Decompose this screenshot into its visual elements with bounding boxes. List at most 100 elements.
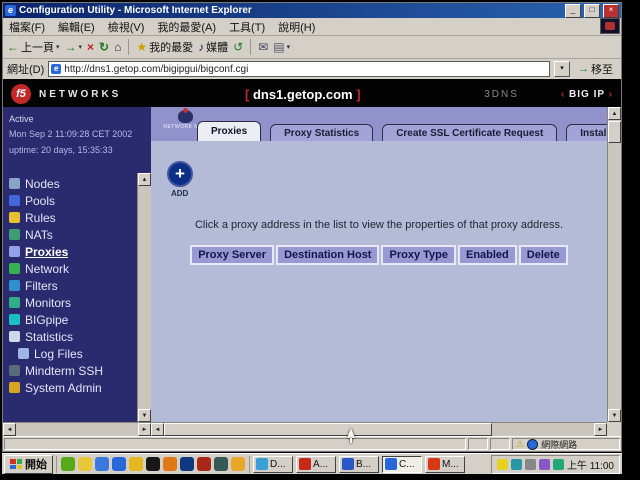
task-button-label: M...	[442, 459, 459, 470]
task-button-5[interactable]: M...	[425, 456, 465, 473]
status-segment	[468, 438, 488, 450]
scrollbar-thumb[interactable]	[164, 423, 492, 436]
mail-icon[interactable]	[129, 457, 143, 471]
sidebar-vertical-scrollbar[interactable]: ▲ ▼	[137, 173, 151, 422]
stop-button[interactable]: ×	[87, 41, 94, 53]
menu-favorites[interactable]: 我的最愛(A)	[157, 19, 216, 35]
task-button-3[interactable]: B...	[339, 456, 379, 473]
scroll-up-icon[interactable]: ▲	[608, 107, 621, 120]
display-icon[interactable]	[525, 459, 536, 470]
add-button[interactable]: +	[167, 161, 193, 187]
link-bigip[interactable]: ‹ BIG IP ›	[561, 89, 613, 100]
drive-icon[interactable]	[95, 457, 109, 471]
start-button[interactable]: 開始	[4, 455, 53, 474]
media-label: 媒體	[206, 39, 228, 55]
console-icon[interactable]	[146, 457, 160, 471]
scroll-down-icon[interactable]: ▼	[138, 409, 151, 422]
main-horizontal-scrollbar[interactable]: ◄ ►	[151, 422, 607, 436]
column-header-proxy-type[interactable]: Proxy Type	[381, 245, 456, 265]
go-button[interactable]: → 移至	[574, 61, 617, 77]
ie-icon[interactable]	[112, 457, 126, 471]
history-icon: ↺	[233, 41, 243, 53]
volume-icon[interactable]	[539, 459, 550, 470]
task-button-area: D... A... B... C... M...	[253, 456, 488, 473]
menu-tools[interactable]: 工具(T)	[229, 19, 265, 35]
forward-button[interactable]: → ▾	[65, 41, 83, 53]
tab-proxies[interactable]: Proxies	[197, 121, 261, 141]
network-map-icon	[178, 110, 193, 123]
antivirus-icon[interactable]	[553, 459, 564, 470]
sidebar-item-proxies[interactable]: Proxies	[9, 243, 135, 260]
favorites-button[interactable]: ★ 我的最愛	[136, 39, 193, 55]
address-input[interactable]: e http://dns1.getop.com/bigipgui/bigconf…	[48, 61, 550, 77]
scrollbar-track[interactable]	[492, 423, 594, 436]
scroll-down-icon[interactable]: ▼	[608, 409, 621, 422]
sidebar-item-network[interactable]: Network	[9, 260, 135, 277]
editor-icon[interactable]	[78, 457, 92, 471]
back-button[interactable]: ← 上一頁 ▾	[7, 39, 60, 55]
close-button[interactable]: ×	[603, 4, 619, 18]
tab-create-ssl-certificate-request[interactable]: Create SSL Certificate Request	[382, 124, 557, 141]
network-flag-icon[interactable]	[511, 459, 522, 470]
scroll-right-icon[interactable]: ►	[138, 423, 151, 436]
scroll-up-icon[interactable]: ▲	[138, 173, 151, 186]
player-icon[interactable]	[197, 457, 211, 471]
menu-view[interactable]: 檢視(V)	[108, 19, 145, 35]
refresh-button[interactable]: ↻	[99, 41, 109, 53]
print-button[interactable]: ▤ ▾	[273, 41, 290, 53]
pencil-icon[interactable]	[163, 457, 177, 471]
browser-window: e Configuration Utility - Microsoft Inte…	[2, 2, 622, 452]
menu-edit[interactable]: 編輯(E)	[58, 19, 95, 35]
page-icon: e	[51, 64, 61, 74]
f5-header-bar: f5 NETWORKS [ dns1.getop.com ] 3DNS ‹ BI…	[3, 79, 621, 109]
network-icon	[9, 263, 20, 274]
task-button-4[interactable]: C...	[382, 456, 422, 473]
title-bar: e Configuration Utility - Microsoft Inte…	[3, 3, 621, 18]
scroll-right-icon[interactable]: ►	[594, 423, 607, 436]
sidebar-item-rules[interactable]: Rules	[9, 209, 135, 226]
sidebar-item-bigpipe[interactable]: BIGpipe	[9, 311, 135, 328]
main-vertical-scrollbar[interactable]: ▲ ▼	[607, 107, 621, 422]
mail-button[interactable]: ✉	[258, 41, 268, 53]
column-header-proxy-server[interactable]: Proxy Server	[190, 245, 274, 265]
scrollbar-thumb[interactable]	[608, 121, 621, 143]
favorites-label: 我的最愛	[149, 39, 193, 55]
home-button[interactable]: ⌂	[114, 41, 121, 53]
sidebar-item-statistics[interactable]: Statistics	[9, 328, 135, 345]
scroll-left-icon[interactable]: ◄	[3, 423, 16, 436]
messenger-icon[interactable]	[61, 457, 75, 471]
tab-install-ssl-certificate[interactable]: Install SSL Certif	[566, 124, 607, 141]
maximize-button[interactable]: □	[584, 4, 600, 18]
tab-proxy-statistics[interactable]: Proxy Statistics	[270, 124, 373, 141]
sidebar-horizontal-scrollbar[interactable]: ◄ ►	[3, 422, 151, 436]
media-button[interactable]: ♪ 媒體	[198, 39, 228, 55]
scroll-left-icon[interactable]: ◄	[151, 423, 164, 436]
sidebar-item-filters[interactable]: Filters	[9, 277, 135, 294]
sidebar-item-nats[interactable]: NATs	[9, 226, 135, 243]
sidebar-item-nodes[interactable]: Nodes	[9, 175, 135, 192]
column-header-delete[interactable]: Delete	[519, 245, 568, 265]
history-button[interactable]: ↺	[233, 41, 243, 53]
task-button-1[interactable]: D...	[253, 456, 293, 473]
tools-icon[interactable]	[214, 457, 228, 471]
link-3dns[interactable]: 3DNS	[484, 89, 519, 100]
bigip-label: BIG IP	[569, 89, 605, 100]
power-icon[interactable]	[497, 459, 508, 470]
print-caret-icon: ▾	[287, 43, 291, 51]
address-dropdown-button[interactable]: ▾	[554, 61, 570, 77]
task-button-2[interactable]: A...	[296, 456, 336, 473]
sidebar-item-pools[interactable]: Pools	[9, 192, 135, 209]
sidebar-item-monitors[interactable]: Monitors	[9, 294, 135, 311]
menu-file[interactable]: 檔案(F)	[9, 19, 45, 35]
menu-help[interactable]: 說明(H)	[278, 19, 315, 35]
monitors-icon	[9, 297, 20, 308]
sidebar-item-mindterm-ssh[interactable]: Mindterm SSH	[9, 362, 135, 379]
sidebar-item-system-admin[interactable]: System Admin	[9, 379, 135, 396]
minimize-button[interactable]: _	[565, 4, 581, 18]
moon-icon[interactable]	[231, 457, 245, 471]
sphere-icon[interactable]	[180, 457, 194, 471]
column-header-destination-host[interactable]: Destination Host	[276, 245, 379, 265]
sidebar-item-log-files[interactable]: Log Files	[9, 345, 135, 362]
column-header-enabled[interactable]: Enabled	[458, 245, 517, 265]
sidebar-item-label: Monitors	[25, 296, 71, 310]
